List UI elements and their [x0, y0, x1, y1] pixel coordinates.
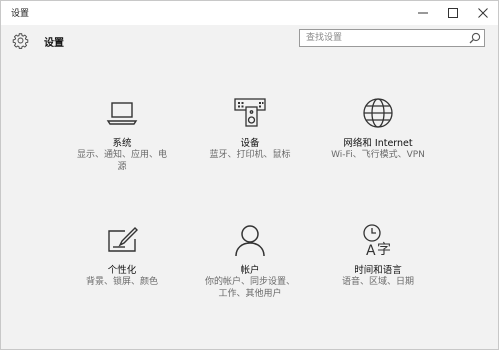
gear-icon: [12, 33, 29, 49]
window-controls: [408, 1, 498, 25]
personalize-icon: [108, 227, 138, 252]
time-language-icon: A 字: [363, 224, 391, 257]
page-title: 设置: [44, 38, 64, 49]
tile-label: 时间和语言: [354, 265, 402, 276]
search-box[interactable]: [299, 29, 485, 47]
globe-icon: [363, 98, 393, 128]
maximize-icon: [448, 8, 458, 18]
tile-description: 语音、区域、日期: [341, 277, 414, 287]
minimize-button[interactable]: [408, 1, 438, 25]
account-icon: [235, 225, 265, 257]
settings-header: 设置: [1, 25, 498, 61]
window-title: 设置: [11, 9, 30, 19]
maximize-button[interactable]: [438, 1, 468, 25]
settings-window: 设置 设置 查找设置 系统 显示、通知、应用、电 源 设备 蓝牙、打印机、鼠标 …: [0, 0, 499, 350]
tile-label: 网络和 Internet: [343, 138, 413, 149]
minimize-icon: [418, 12, 428, 14]
tile-time-language[interactable]: A 字 时间和语言 语音、区域、日期: [303, 223, 453, 303]
svg-text:A: A: [366, 243, 376, 257]
close-button[interactable]: [468, 1, 498, 25]
search-icon[interactable]: [469, 32, 481, 44]
search-input[interactable]: [300, 30, 466, 46]
svg-text:字: 字: [377, 242, 391, 257]
laptop-icon: [106, 102, 138, 125]
title-bar[interactable]: 设置: [1, 1, 498, 25]
tile-network[interactable]: 网络和 Internet Wi-Fi、飞行模式、VPN: [303, 96, 453, 176]
devices-icon: [234, 98, 266, 127]
close-icon: [478, 8, 488, 18]
tile-description: Wi-Fi、飞行模式、VPN: [331, 150, 425, 160]
